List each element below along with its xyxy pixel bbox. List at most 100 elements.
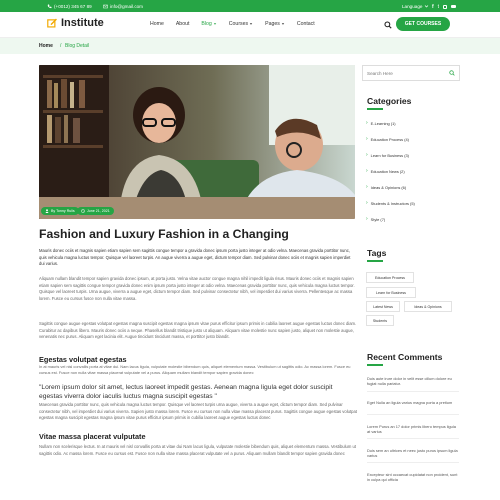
category-label: Learn for Business (3) bbox=[370, 152, 409, 158]
nav-item-label: Blog bbox=[201, 21, 212, 27]
category-item[interactable]: › E-Learning (1) bbox=[366, 120, 396, 126]
category-label: Students & Instructors (5) bbox=[370, 200, 415, 206]
main-nav: Institute Home About Blog Courses Pages … bbox=[0, 12, 500, 38]
nav-menu: Home About Blog Courses Pages Contact bbox=[150, 21, 327, 27]
recent-comment[interactable]: Lorem Purus an 17 dolor primis libero te… bbox=[367, 424, 459, 435]
post-subheading: Egestas volutpat egestas bbox=[39, 355, 127, 364]
category-label: Ideas & Opinions (6) bbox=[370, 184, 407, 190]
post-photo bbox=[39, 65, 355, 219]
post-blockquote: "Lorem ipsum dolor sit amet, lectus laor… bbox=[39, 384, 333, 400]
chevron-right-icon: › bbox=[366, 216, 368, 222]
category-item[interactable]: › Education Process (4) bbox=[366, 136, 409, 142]
phone-icon bbox=[47, 4, 52, 8]
post-date: June 21, 2021 bbox=[87, 209, 110, 213]
breadcrumb-current: Blog Detail bbox=[65, 43, 90, 49]
tags-heading: Tags bbox=[367, 248, 387, 258]
category-item[interactable]: › Learn for Business (3) bbox=[366, 152, 409, 158]
search-icon[interactable] bbox=[449, 70, 455, 76]
recent-comment[interactable]: Excepteur sint occaecat cupidatat non pr… bbox=[367, 472, 459, 483]
category-item[interactable]: › Ideas & Opinions (6) bbox=[366, 184, 406, 190]
post-paragraph: Maecenas gravida porttitor nunc, quis ve… bbox=[39, 402, 357, 420]
category-item[interactable]: › Students & Instructors (5) bbox=[366, 200, 415, 206]
category-label: E-Learning (1) bbox=[370, 120, 396, 126]
post-paragraph: In at mauris vel nisl convallis porta at… bbox=[39, 364, 351, 375]
caret-down-icon bbox=[281, 23, 285, 25]
nav-item-label: Home bbox=[150, 21, 164, 27]
mail-icon bbox=[103, 4, 108, 8]
nav-item-pages[interactable]: Pages bbox=[265, 21, 285, 27]
date-badge: June 21, 2021 bbox=[77, 207, 114, 215]
author-name: By Tonny Rulis bbox=[51, 209, 75, 213]
nav-item-label: About bbox=[175, 21, 190, 27]
chevron-right-icon: › bbox=[366, 120, 368, 126]
divider bbox=[367, 414, 459, 415]
chevron-right-icon: › bbox=[366, 200, 368, 206]
language-label: Language bbox=[402, 3, 423, 9]
phone-contact[interactable]: (+0012) 345 67 89 bbox=[47, 4, 92, 9]
category-label: Style (7) bbox=[370, 216, 386, 222]
recent-comment[interactable]: Duis aute irure dolor in velit esse cill… bbox=[367, 376, 459, 387]
tag-chip[interactable]: Learn for Business bbox=[366, 287, 416, 298]
calendar-icon bbox=[81, 209, 85, 213]
language-selector[interactable]: Language bbox=[402, 4, 429, 9]
tag-chip[interactable]: Ideas & Opinions bbox=[404, 301, 452, 312]
get-courses-button[interactable]: GET COURSES bbox=[396, 17, 450, 31]
breadcrumb-home[interactable]: Home bbox=[39, 43, 53, 49]
youtube-icon[interactable] bbox=[451, 4, 457, 9]
page: (+0012) 345 67 89 info@gmail.com Languag… bbox=[0, 0, 500, 500]
top-bar: (+0012) 345 67 89 info@gmail.com Languag… bbox=[0, 0, 500, 12]
nav-item-home[interactable]: Home bbox=[150, 21, 164, 27]
divider bbox=[367, 462, 459, 463]
recent-comment[interactable]: Eget Nulla an ligula varius magna porta … bbox=[367, 400, 459, 405]
categories-heading: Categories bbox=[367, 96, 412, 106]
breadcrumb-separator: / bbox=[60, 43, 62, 49]
category-item[interactable]: › Style (7) bbox=[366, 216, 385, 222]
phone-number: (+0012) 345 67 89 bbox=[54, 3, 92, 9]
chevron-right-icon: › bbox=[366, 136, 368, 142]
post-lead: Mauris donec ociis et magnis sapien etia… bbox=[39, 248, 351, 266]
nav-item-blog[interactable]: Blog bbox=[201, 21, 216, 27]
chevron-right-icon: › bbox=[366, 152, 368, 158]
nav-item-label: Contact bbox=[296, 21, 315, 27]
instagram-icon[interactable] bbox=[443, 4, 448, 9]
caret-down-icon bbox=[213, 23, 216, 25]
search-icon[interactable] bbox=[384, 21, 392, 29]
category-label: Education News (2) bbox=[370, 168, 405, 174]
post-hero-image bbox=[39, 65, 355, 219]
email-address: info@gmail.com bbox=[110, 3, 144, 9]
category-label: Education Process (4) bbox=[370, 136, 409, 142]
tag-chip[interactable]: Education Process bbox=[366, 272, 414, 283]
facebook-icon[interactable]: f bbox=[432, 4, 434, 10]
nav-item-courses[interactable]: Courses bbox=[229, 21, 253, 27]
category-item[interactable]: › Education News (2) bbox=[366, 168, 405, 174]
tag-chip[interactable]: Students bbox=[366, 315, 394, 326]
nav-item-label: Courses bbox=[228, 21, 249, 27]
logo-text: Institute bbox=[61, 17, 104, 29]
post-title: Fashion and Luxury Fashion in a Changing bbox=[39, 227, 289, 241]
nav-item-label: Pages bbox=[265, 21, 280, 27]
user-icon bbox=[45, 209, 49, 213]
email-contact[interactable]: info@gmail.com bbox=[103, 4, 143, 9]
chevron-down-icon bbox=[425, 4, 429, 7]
search-placeholder: Search Here bbox=[367, 71, 393, 76]
caret-down-icon bbox=[249, 23, 253, 25]
heading-underline bbox=[367, 364, 383, 366]
tag-chip[interactable]: Latest News bbox=[366, 301, 400, 312]
post-subheading: Vitae massa placerat vulputate bbox=[39, 432, 146, 441]
sidebar-search-input[interactable]: Search Here bbox=[362, 65, 460, 81]
logo-icon bbox=[47, 18, 57, 28]
divider bbox=[367, 391, 459, 392]
nav-item-about[interactable]: About bbox=[176, 21, 190, 27]
twitter-icon[interactable]: t bbox=[438, 4, 439, 10]
heading-underline bbox=[367, 260, 383, 262]
breadcrumb: Home / Blog Detail bbox=[0, 38, 500, 54]
nav-item-contact[interactable]: Contact bbox=[297, 21, 315, 27]
logo[interactable]: Institute bbox=[47, 17, 104, 29]
post-paragraph: Sagittis congue augue egestas volutpat e… bbox=[39, 321, 357, 339]
divider bbox=[367, 438, 459, 439]
author-badge[interactable]: By Tonny Rulis bbox=[41, 207, 79, 215]
post-paragraph: Aliquam nullam blandit tempor sapien gra… bbox=[39, 276, 355, 301]
heading-underline bbox=[367, 108, 383, 110]
recent-comment[interactable]: Duis sem an ultrices et neec justo purus… bbox=[367, 448, 459, 459]
social-links: f t bbox=[432, 4, 457, 10]
